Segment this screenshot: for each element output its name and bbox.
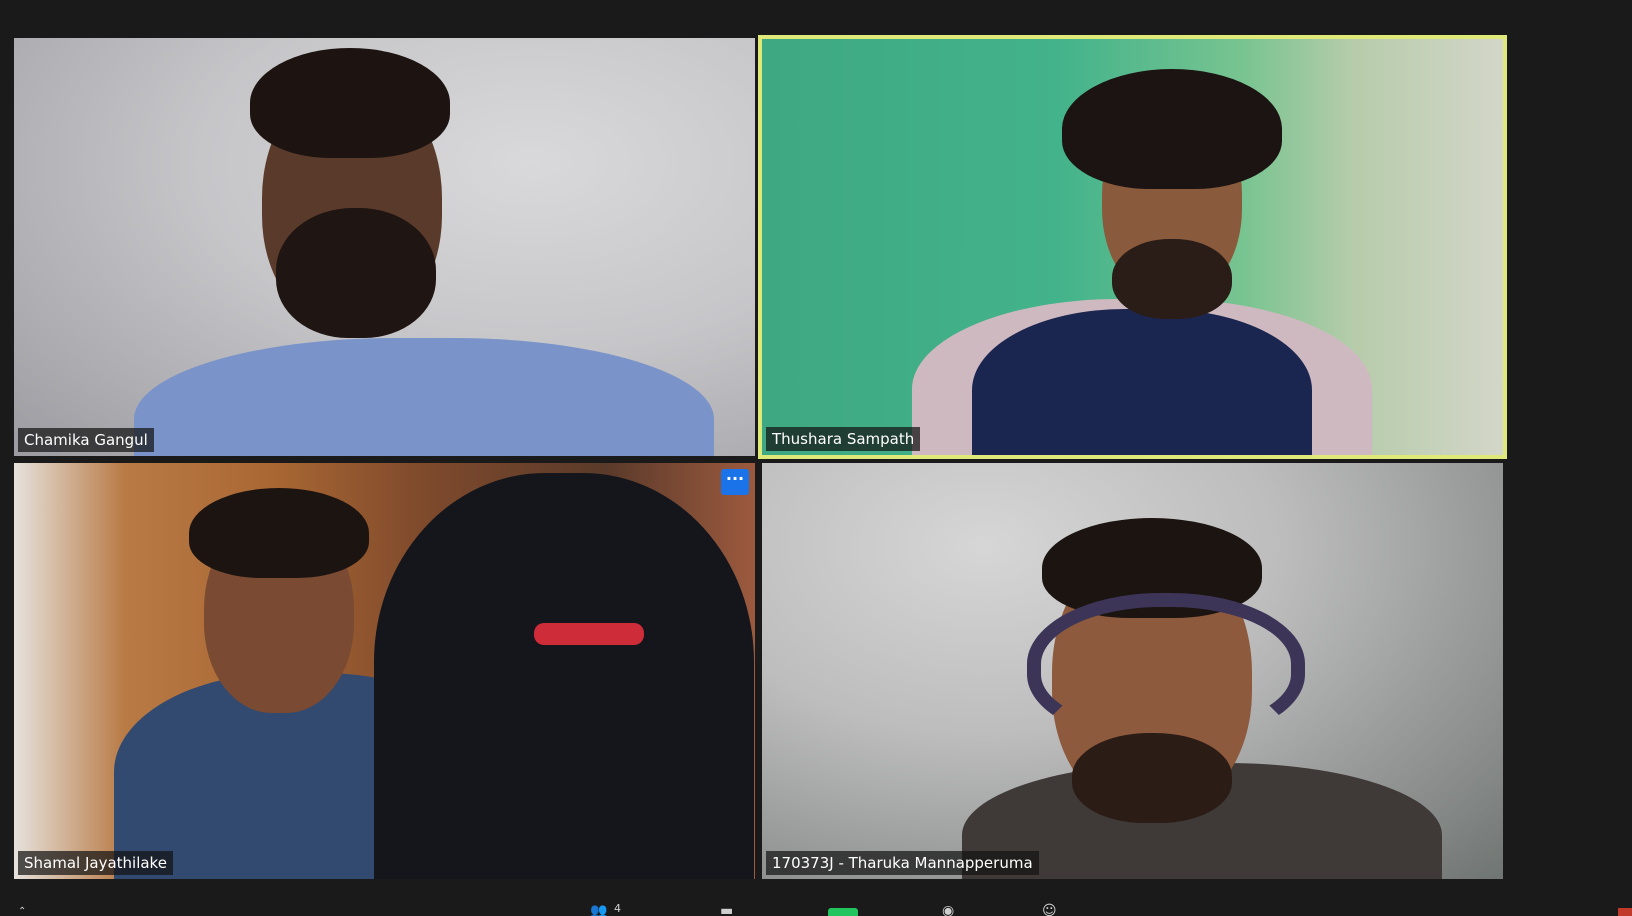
video-feed [762, 39, 1503, 455]
end-meeting-button[interactable] [1618, 908, 1632, 916]
video-tile-tharuka[interactable]: 170373J - Tharuka Mannapperuma [762, 463, 1503, 879]
participant-name-tag: Shamal Jayathilake [18, 851, 173, 875]
headphones-icon [1027, 593, 1305, 741]
meeting-toolbar: 👥 4 ▬ ◉ ☺ [0, 900, 1632, 916]
chat-icon: ▬ [720, 903, 734, 916]
record-icon: ◉ [942, 903, 955, 916]
participant-name-tag: 170373J - Tharuka Mannapperuma [766, 851, 1039, 875]
participant-hair [250, 48, 450, 158]
chat-button[interactable]: ▬ [720, 904, 746, 916]
share-screen-button[interactable] [828, 904, 858, 916]
video-feed [14, 38, 755, 456]
participant-body [134, 338, 714, 456]
record-button[interactable]: ◉ [942, 904, 968, 916]
participant-beard [1112, 239, 1232, 319]
more-options-button[interactable]: ··· [721, 469, 749, 495]
participant-body [972, 309, 1312, 455]
participant-beard [1072, 733, 1232, 823]
participant-name-tag: Thushara Sampath [766, 427, 921, 451]
participants-icon: 👥 [590, 903, 608, 916]
participant-name-tag: Chamika Gangul [18, 428, 154, 452]
meeting-stage: Chamika Gangul Thushara Sampath ··· Sham… [0, 0, 1632, 916]
video-feed [762, 463, 1503, 879]
share-screen-icon [828, 908, 858, 916]
participants-count: 4 [614, 902, 621, 915]
video-feed [14, 463, 755, 879]
reactions-icon: ☺ [1042, 903, 1057, 916]
participant-beard [276, 208, 436, 338]
chevron-up-icon[interactable]: ⌃ [18, 906, 26, 916]
video-tile-thushara[interactable]: Thushara Sampath [758, 35, 1507, 459]
participant-hair [189, 488, 369, 578]
participants-button[interactable]: 👥 4 [590, 902, 630, 916]
video-tile-shamal[interactable]: ··· Shamal Jayathilake [14, 463, 755, 879]
reactions-button[interactable]: ☺ [1042, 904, 1068, 916]
dog-collar [534, 623, 644, 645]
participant-hair [1062, 69, 1282, 189]
dog-body [374, 473, 754, 879]
video-tile-chamika[interactable]: Chamika Gangul [14, 38, 755, 456]
